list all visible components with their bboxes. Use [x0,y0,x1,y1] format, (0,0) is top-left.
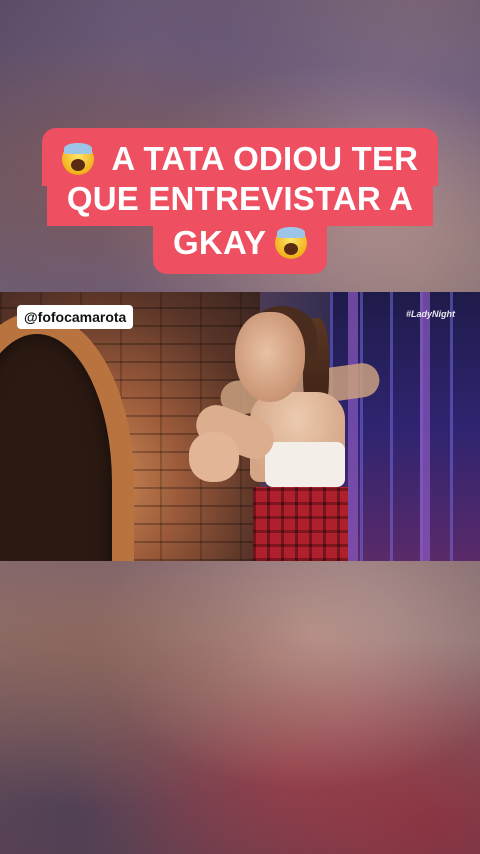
caption-line-3: GKAY [153,216,327,274]
video-frame[interactable] [0,292,480,561]
caption-text-2: QUE ENTREVISTAR A [66,180,414,217]
presenter-figure [189,306,382,561]
stage-pillar [420,292,430,561]
face [235,312,305,402]
show-watermark: #LadyNight [406,309,456,319]
face-screaming-in-fear-icon [274,227,307,259]
blurred-background-bottom [0,561,480,854]
account-tag[interactable]: @fofocamarota [17,305,134,329]
clapping-hands [189,432,239,482]
caption-text-3: GKAY [173,224,266,261]
story-screen[interactable]: A TATA ODIOU TER QUE ENTREVISTAR A GKAY … [0,0,480,854]
white-top [265,442,345,487]
face-screaming-in-fear-icon [61,143,94,175]
plaid-skirt [253,487,348,561]
caption-banner: A TATA ODIOU TER QUE ENTREVISTAR A GKAY [0,128,480,274]
